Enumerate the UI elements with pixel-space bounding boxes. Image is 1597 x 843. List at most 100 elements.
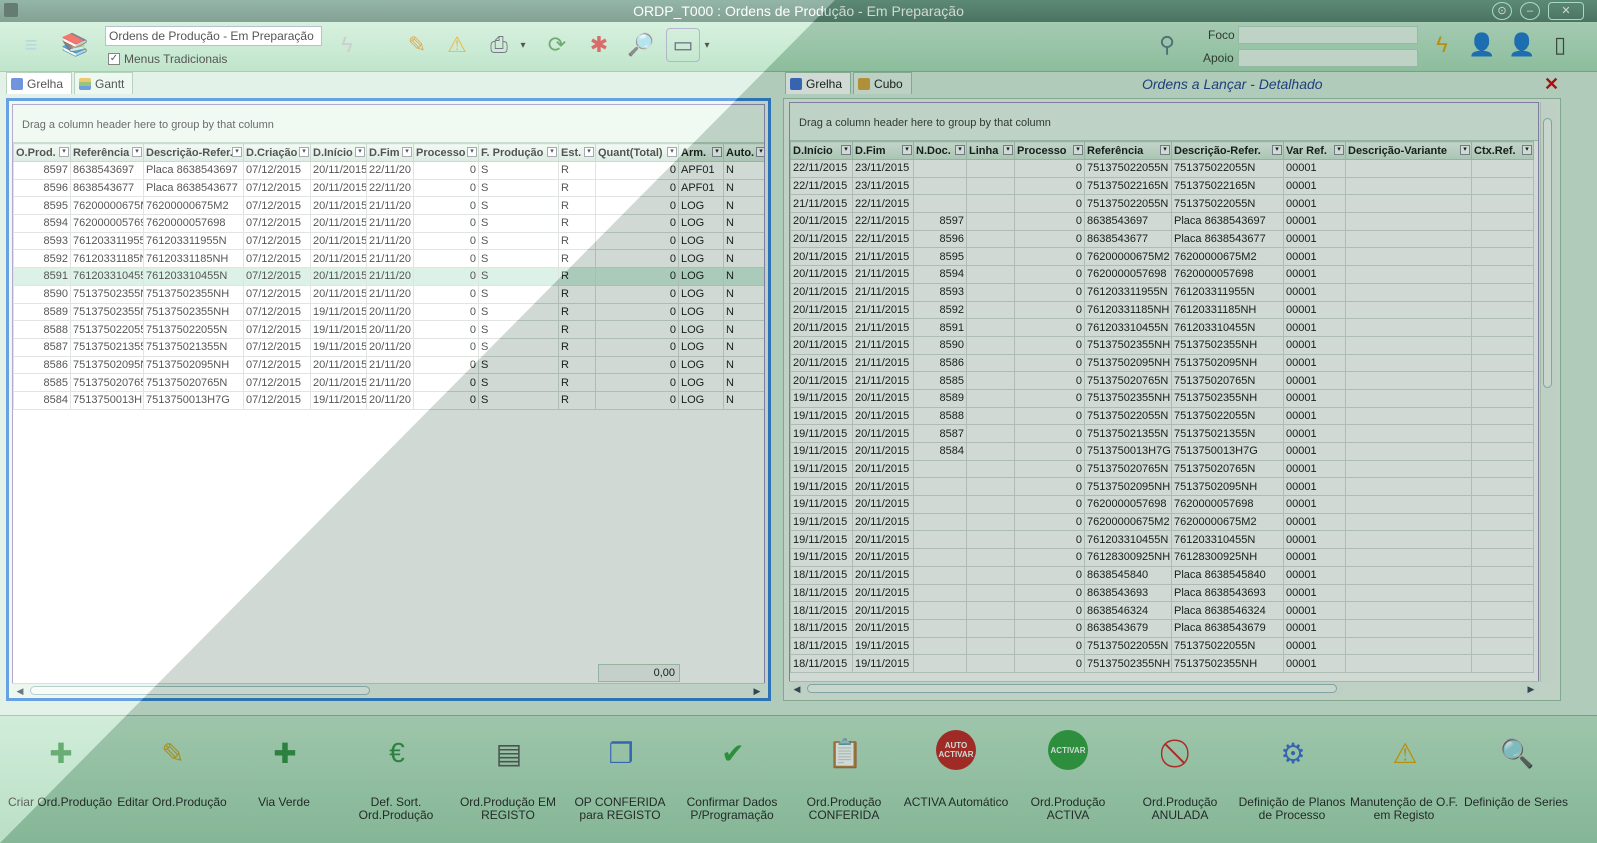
tab-grelha-right[interactable]: Grelha — [785, 72, 852, 94]
table-row[interactable]: 19/11/2015 20/11/2015 0 76200000675M2 762000… — [790, 512, 1534, 532]
filter-icon[interactable]: ▾ — [955, 145, 965, 155]
filter-icon[interactable]: ▾ — [1073, 145, 1083, 155]
user-search-icon[interactable]: 👤 — [1465, 28, 1499, 62]
column-header[interactable]: F. Produção ▾ — [478, 143, 559, 162]
print-icon[interactable]: ⎙ — [482, 28, 516, 62]
menu-icon[interactable]: ≡ — [14, 28, 48, 62]
action-button-4[interactable]: € Def. Sort. Ord.Produção — [340, 716, 452, 836]
column-header[interactable]: D.Criação ▾ — [243, 143, 311, 162]
column-header[interactable]: Processo ▾ — [413, 143, 479, 162]
column-header[interactable]: Var Ref. ▾ — [1283, 141, 1346, 160]
view-select[interactable]: Ordens de Produção - Em Preparação — [105, 26, 322, 46]
table-row[interactable]: 19/11/2015 20/11/2015 0 7620000057698 762000… — [790, 495, 1534, 514]
settings-tool-icon[interactable]: ✱ — [582, 28, 616, 62]
column-header[interactable]: Referência ▾ — [70, 143, 144, 162]
table-row[interactable]: 19/11/2015 20/11/2015 8588 0 751375022055N 75… — [790, 406, 1534, 426]
filter-icon[interactable]: ▾ — [712, 147, 722, 157]
filter-icon[interactable]: ▾ — [1272, 145, 1282, 155]
table-row[interactable]: 19/11/2015 20/11/2015 0 75137502095NH 751375… — [790, 477, 1534, 497]
scroll-left-arrow-icon[interactable]: ◀ — [791, 682, 803, 696]
table-row[interactable]: 85847513750013H7G7513750013H7G07/12/2015… — [13, 390, 764, 410]
table-row[interactable]: 22/11/2015 23/11/2015 0 751375022055N 751375… — [790, 159, 1534, 178]
filter-icon[interactable]: ▾ — [902, 145, 912, 155]
action-button-9[interactable]: AUTO ACTIVAR ACTIVA Automático — [900, 716, 1012, 836]
column-header[interactable]: D.Início ▾ — [310, 143, 367, 162]
menus-tradicionais-checkbox[interactable]: ✓ Menus Tradicionais — [108, 52, 227, 66]
filter-icon[interactable]: ▾ — [1334, 145, 1344, 155]
column-header[interactable]: Est. ▾ — [558, 143, 596, 162]
books-icon[interactable]: 📚 — [58, 28, 92, 62]
table-row[interactable]: 20/11/2015 21/11/2015 8593 0 761203311955N 76… — [790, 282, 1534, 302]
right-horizontal-scrollbar[interactable]: ◀ ▶ — [789, 681, 1539, 695]
scroll-thumb[interactable] — [30, 686, 370, 695]
close-window-button[interactable]: ✕ — [1548, 2, 1584, 20]
table-row[interactable]: 8591761203310455N761203310455N07/12/2015… — [13, 267, 764, 286]
table-row[interactable]: 8588751375022055N751375022055N07/12/2015… — [13, 320, 764, 339]
table-row[interactable]: 20/11/2015 22/11/2015 8596 0 8638543677 Placa… — [790, 229, 1534, 249]
column-header[interactable]: Referência ▾ — [1084, 141, 1172, 160]
filter-icon[interactable]: ▾ — [667, 147, 677, 157]
close-panel-icon[interactable]: ✕ — [1544, 75, 1559, 93]
table-row[interactable]: 18/11/2015 20/11/2015 0 8638545840 Placa 863… — [790, 565, 1534, 585]
table-row[interactable]: 21/11/2015 22/11/2015 0 751375022055N 751375… — [790, 194, 1534, 214]
column-header[interactable]: N.Doc. ▾ — [913, 141, 967, 160]
table-row[interactable]: 20/11/2015 21/11/2015 8586 0 75137502095NH 75… — [790, 353, 1534, 373]
action-button-1[interactable]: ✚ Criar Ord.Produção — [4, 716, 116, 836]
table-row[interactable]: 8596 8638543677 Placa 8638543677 07/12/2015… — [13, 178, 764, 198]
filter-icon[interactable]: ▾ — [59, 147, 69, 157]
lightning-icon[interactable]: ϟ — [1425, 28, 1459, 62]
table-row[interactable]: 18/11/2015 19/11/2015 0 751375022055N 751375… — [790, 636, 1534, 656]
action-button-2[interactable]: ✎ Editar Ord.Produção — [116, 716, 228, 836]
table-row[interactable]: 20/11/2015 21/11/2015 8591 0 761203310455N 76… — [790, 318, 1534, 337]
table-row[interactable]: 19/11/2015 20/11/2015 0 76128300925NH 761283… — [790, 548, 1534, 567]
filter-icon[interactable]: ▾ — [355, 147, 365, 157]
filter-icon[interactable]: ▾ — [584, 147, 594, 157]
refresh-icon[interactable]: ⟳ — [540, 28, 574, 62]
vertical-scroll-thumb[interactable] — [1543, 118, 1552, 388]
tab-gantt[interactable]: Gantt — [74, 72, 134, 94]
settings-circle-icon[interactable]: ⊙ — [1492, 2, 1512, 20]
column-header[interactable]: Quant(Total) ▾ — [595, 143, 679, 162]
filter-icon[interactable]: ▾ — [402, 147, 412, 157]
table-row[interactable]: 18/11/2015 20/11/2015 0 8638543693 Placa 863… — [790, 583, 1534, 603]
table-row[interactable]: 19/11/2015 20/11/2015 8584 0 7513750013H7G 75… — [790, 442, 1534, 461]
filter-icon[interactable]: ▾ — [1160, 145, 1170, 155]
table-row[interactable]: 18/11/2015 20/11/2015 0 8638546324 Placa 863… — [790, 601, 1534, 620]
table-row[interactable]: 19/11/2015 20/11/2015 8589 0 75137502355NH 75… — [790, 388, 1534, 408]
column-header[interactable]: Processo ▾ — [1014, 141, 1085, 160]
layout-window-icon[interactable]: ▭ — [666, 28, 700, 62]
action-button-13[interactable]: ⚠ Manutenção de O.F. em Registo — [1348, 716, 1460, 836]
column-header[interactable]: Arm. ▾ — [678, 143, 724, 162]
filter-icon[interactable]: ▾ — [232, 147, 242, 157]
print-dropdown-icon[interactable]: ▾ — [516, 28, 530, 62]
table-row[interactable]: 19/11/2015 20/11/2015 8587 0 751375021355N 75… — [790, 424, 1534, 443]
table-row[interactable]: 85947620000057698762000005769807/12/2015… — [13, 214, 764, 233]
filter-icon[interactable]: ▾ — [467, 147, 477, 157]
user-add-icon[interactable]: 👤 — [1505, 28, 1539, 62]
table-row[interactable]: 22/11/2015 23/11/2015 0 751375022165N 751375… — [790, 176, 1534, 196]
panel-toggle-icon[interactable]: ▯ — [1545, 28, 1575, 62]
scroll-right-arrow-icon[interactable]: ▶ — [1525, 682, 1537, 696]
search-document-icon[interactable]: 🔎 — [624, 28, 658, 62]
column-header[interactable]: D.Fim ▾ — [852, 141, 914, 160]
table-row[interactable]: 20/11/2015 21/11/2015 8595 0 76200000675M2 76… — [790, 247, 1534, 267]
table-row[interactable]: 20/11/2015 21/11/2015 8585 0 751375020765N 75… — [790, 371, 1534, 390]
table-row[interactable]: 8587751375021355N751375021355N07/12/2015… — [13, 337, 764, 357]
table-row[interactable]: 858975137502355NH75137502355NH07/12/2015… — [13, 302, 764, 322]
apoio-input[interactable] — [1238, 49, 1418, 67]
column-header[interactable]: Descrição-Refer. ▾ — [1171, 141, 1284, 160]
filter-icon[interactable]: ▾ — [1003, 145, 1013, 155]
table-row[interactable]: 19/11/2015 20/11/2015 0 761203310455N 761203… — [790, 530, 1534, 550]
filter-icon[interactable]: ▾ — [1522, 145, 1532, 155]
column-header[interactable]: Linha ▾ — [966, 141, 1015, 160]
action-button-6[interactable]: ❐ OP CONFERIDA para REGISTO — [564, 716, 676, 836]
layout-dropdown-icon[interactable]: ▾ — [700, 28, 714, 62]
scroll-left-arrow-icon[interactable]: ◀ — [14, 684, 26, 698]
table-row[interactable]: 20/11/2015 22/11/2015 8597 0 8638543697 Placa… — [790, 212, 1534, 231]
warning-icon[interactable]: ⚠ — [440, 28, 474, 62]
scroll-right-arrow-icon[interactable]: ▶ — [751, 684, 763, 698]
filter-icon[interactable]: ▾ — [547, 147, 557, 157]
column-header[interactable]: O.Prod. ▾ — [13, 143, 71, 162]
table-row[interactable]: 859075137502355NH75137502355NH07/12/2015… — [13, 284, 764, 304]
filter-icon[interactable]: ▾ — [841, 145, 851, 155]
